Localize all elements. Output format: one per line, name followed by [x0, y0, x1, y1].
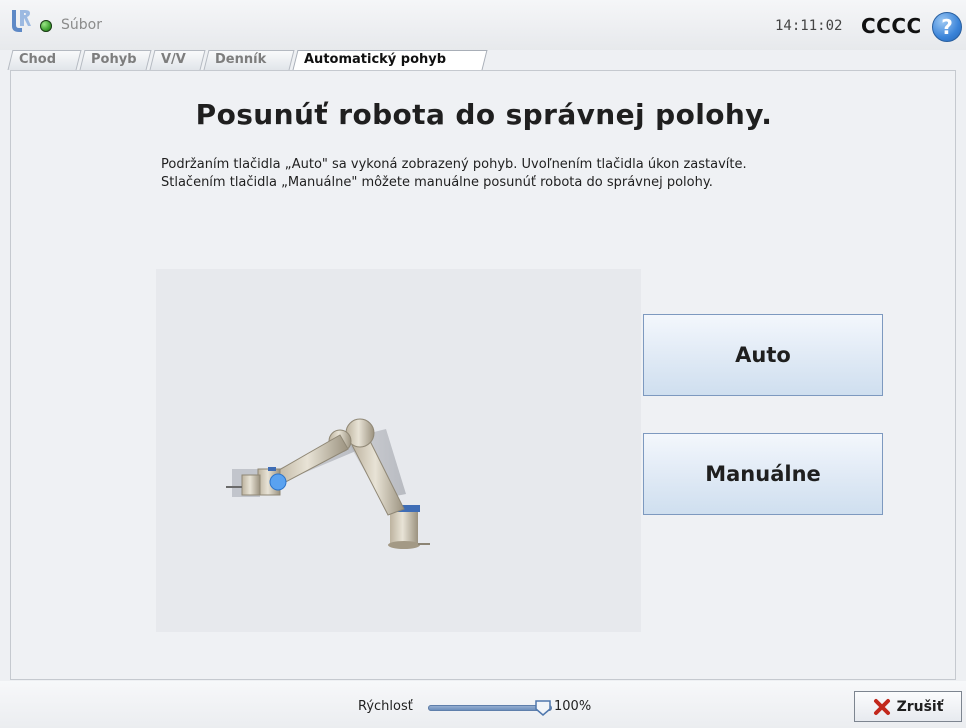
robot-3d-view [156, 269, 641, 632]
speed-slider[interactable] [428, 699, 552, 717]
ur-logo-icon [12, 10, 31, 32]
robot-arm-illustration [226, 418, 430, 549]
page-title: Posunúť robota do správnej polohy. [195, 98, 773, 131]
instruction-line-1: Podržaním tlačidla „Auto" sa vykoná zobr… [161, 157, 747, 172]
tab-pohyb[interactable]: Pohyb [79, 50, 152, 70]
bottom-bar: Rýchlosť 100% Zrušiť [0, 681, 966, 728]
auto-button[interactable]: Auto [643, 314, 883, 396]
help-button[interactable]: ? [932, 12, 962, 42]
robot-control-window: Súbor 14:11:02 CCCC ? Chod Pohyb V/V Den… [0, 0, 966, 728]
tab-automaticky-pohyb[interactable]: Automatický pohyb [292, 50, 488, 70]
slider-thumb-icon[interactable] [534, 699, 552, 717]
speed-label: Rýchlosť [358, 699, 413, 714]
manual-button[interactable]: Manuálne [643, 433, 883, 515]
main-panel: Posunúť robota do správnej polohy. Podrž… [10, 70, 956, 680]
instruction-line-2: Stlačením tlačidla „Manuálne" môžete man… [161, 175, 713, 190]
tab-dennik[interactable]: Denník [203, 50, 295, 70]
cancel-label: Zrušiť [896, 698, 944, 715]
speed-value: 100% [554, 699, 592, 714]
tab-vv[interactable]: V/V [149, 50, 206, 70]
file-menu[interactable]: Súbor [61, 17, 102, 33]
tab-bar: Chod Pohyb V/V Denník Automatický pohyb [0, 50, 966, 70]
cancel-button[interactable]: Zrušiť [854, 691, 962, 722]
tab-chod[interactable]: Chod [7, 50, 82, 70]
clock: 14:11:02 [775, 18, 843, 34]
robot-name: CCCC [861, 14, 922, 38]
status-led-icon [40, 20, 52, 32]
top-bar: Súbor 14:11:02 CCCC ? [0, 0, 966, 50]
x-icon [873, 698, 890, 715]
